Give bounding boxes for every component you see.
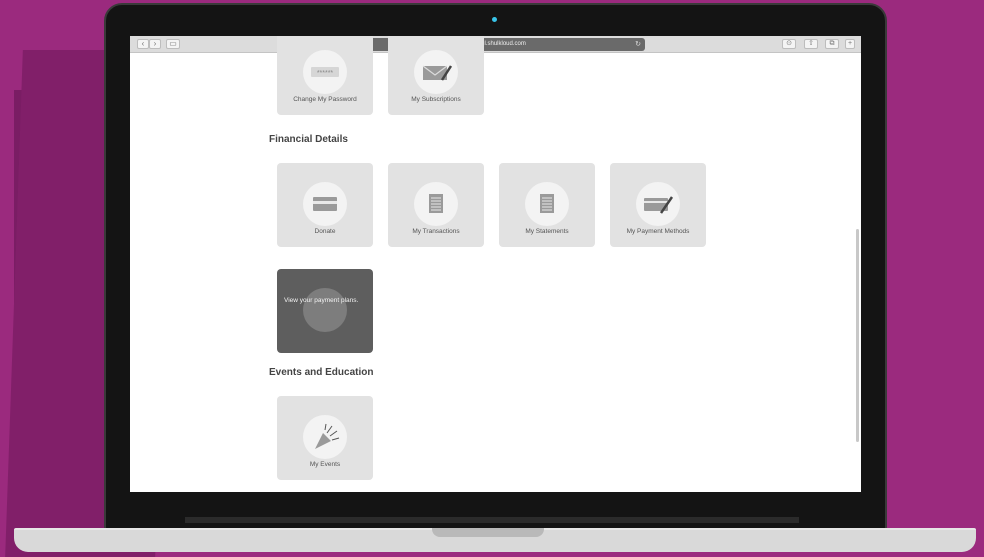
laptop-screen: ‹ › ▭ lalhuhul.shulkloud.com ↻ ⊙ ⇧ ⧉ + *…	[130, 36, 861, 492]
forward-button[interactable]: ›	[149, 39, 161, 49]
scrollbar[interactable]	[856, 229, 859, 442]
laptop-notch	[432, 528, 544, 537]
section-title-financial: Financial Details	[269, 134, 348, 145]
reload-icon[interactable]: ↻	[635, 38, 641, 51]
new-tab-icon[interactable]: +	[845, 39, 855, 49]
tile-label: My Events	[309, 461, 341, 468]
tile-my-payment-methods[interactable]: My Payment Methods	[610, 163, 706, 247]
tile-my-subscriptions[interactable]: My Subscriptions	[388, 36, 484, 115]
document-icon	[540, 194, 554, 213]
download-icon[interactable]: ⊙	[782, 39, 796, 49]
share-icon[interactable]: ⇧	[804, 39, 818, 49]
payment-plans-hover-text: View your payment plans.	[284, 297, 359, 304]
tile-label: Donate	[314, 228, 336, 235]
camera-icon	[492, 17, 497, 22]
party-popper-icon	[315, 423, 340, 449]
tile-donate[interactable]: Donate	[277, 163, 373, 247]
page-content: ****** Change My Password My Subscriptio…	[130, 36, 861, 492]
tile-label: Change My Password	[293, 96, 357, 103]
card-icon	[313, 197, 337, 211]
tile-my-statements[interactable]: My Statements	[499, 163, 595, 247]
card-pen-icon	[644, 196, 674, 214]
envelope-pen-icon	[422, 65, 453, 81]
laptop-hinge	[185, 517, 799, 523]
back-button[interactable]: ‹	[137, 39, 149, 49]
document-icon	[429, 194, 443, 213]
tile-label: My Statements	[525, 228, 569, 235]
tile-label: My Transactions	[412, 228, 460, 235]
password-icon: ******	[311, 67, 339, 77]
sidebar-toggle-icon[interactable]: ▭	[166, 39, 180, 49]
tabs-icon[interactable]: ⧉	[825, 39, 839, 49]
tile-my-events[interactable]: My Events	[277, 396, 373, 480]
tile-label: My Payment Methods	[626, 228, 690, 235]
section-title-events: Events and Education	[269, 367, 374, 378]
svg-text:******: ******	[317, 70, 334, 77]
tile-my-transactions[interactable]: My Transactions	[388, 163, 484, 247]
tile-label: My Subscriptions	[411, 96, 461, 103]
browser-toolbar: ‹ › ▭ lalhuhul.shulkloud.com ↻ ⊙ ⇧ ⧉ +	[130, 36, 861, 53]
tile-change-password[interactable]: ****** Change My Password	[277, 36, 373, 115]
tile-payment-plans[interactable]: View your payment plans.	[277, 269, 373, 353]
